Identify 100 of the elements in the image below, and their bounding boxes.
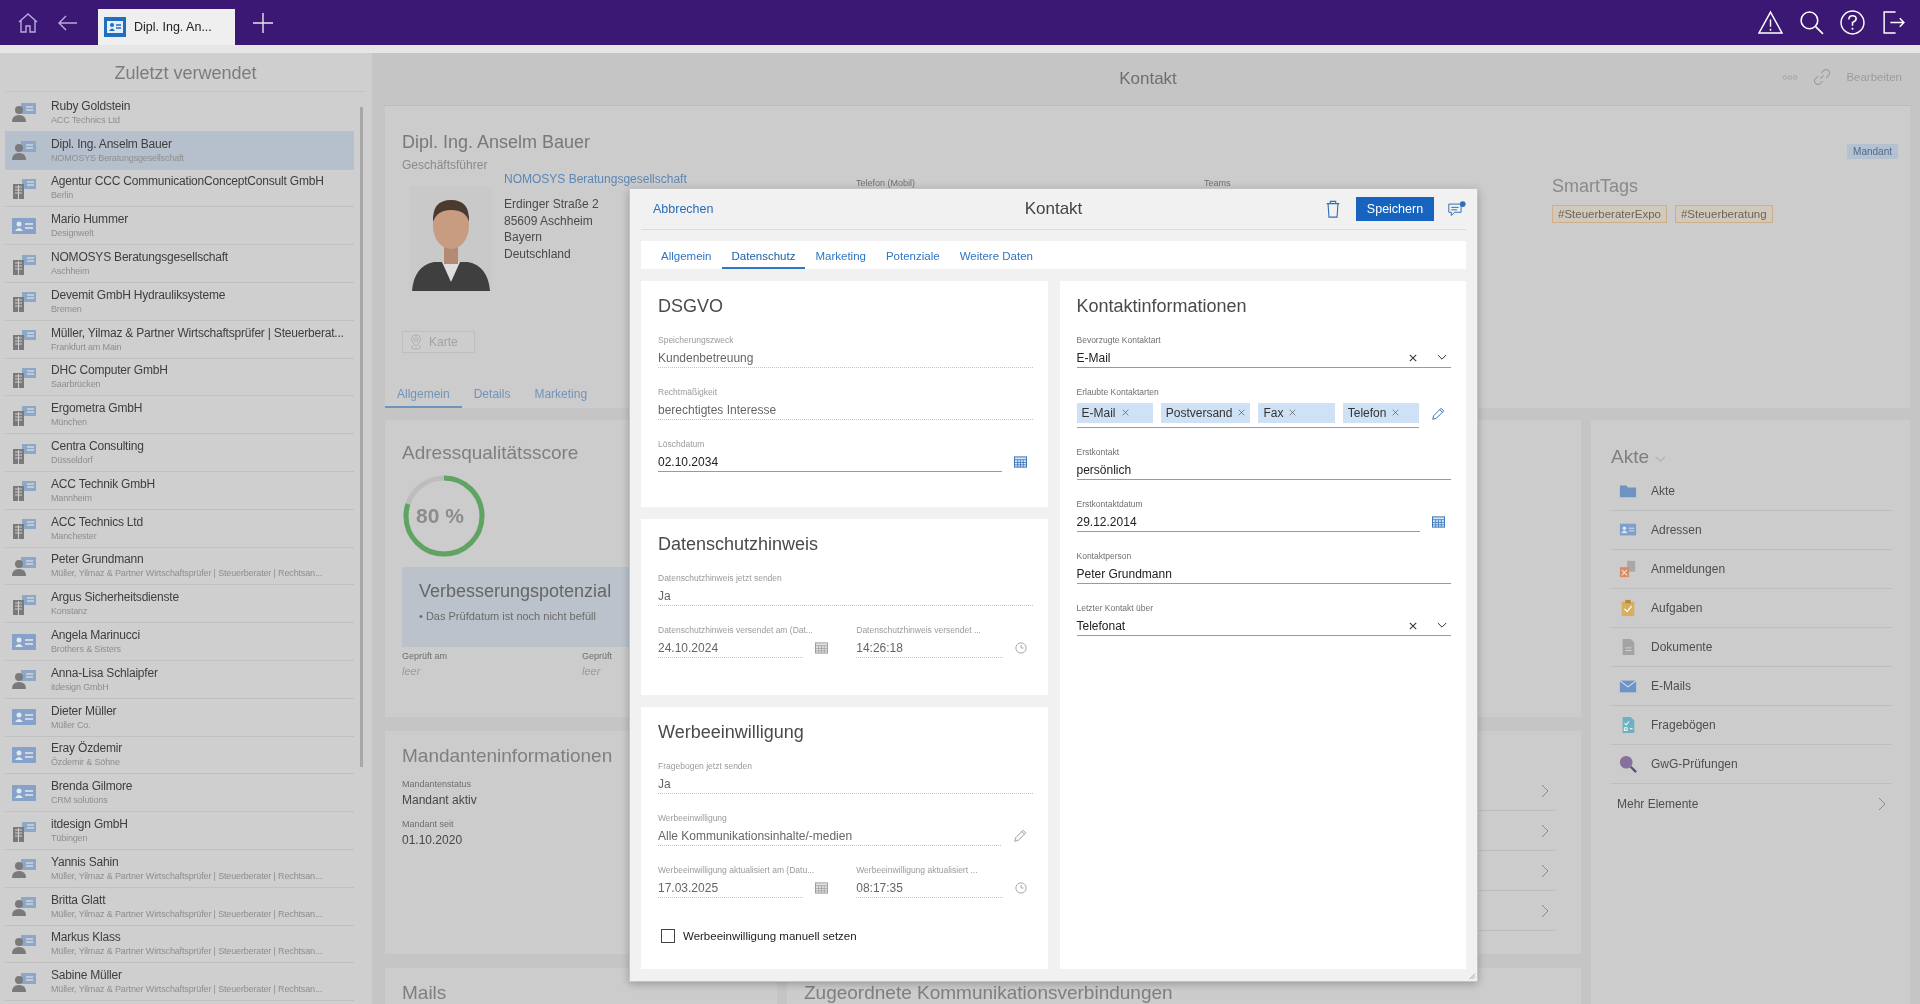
clock-icon[interactable]	[1014, 642, 1027, 654]
recent-item[interactable]: DHC Computer GmbH Saarbrücken	[5, 358, 354, 397]
item-name: Britta Glatt	[51, 892, 107, 908]
calendar-icon[interactable]	[1013, 456, 1027, 468]
pencil-icon[interactable]	[1431, 407, 1445, 421]
cancel-button[interactable]: Abbrechen	[641, 202, 714, 216]
recent-item[interactable]: Angela Marinucci Brothers & Sisters	[5, 623, 354, 661]
chevron-down-icon[interactable]	[1437, 354, 1447, 361]
tag-chip[interactable]: Fax	[1258, 402, 1335, 423]
recent-item[interactable]: ACC Technik GmbH Mannheim	[5, 471, 354, 510]
file-item[interactable]: Akte	[1611, 472, 1892, 511]
field-label: Speicherungszweck	[658, 335, 735, 345]
file-item[interactable]: GwG-Prüfungen	[1611, 745, 1892, 784]
remove-icon[interactable]	[1392, 409, 1400, 416]
recent-item[interactable]: Ergometra GmbH München	[5, 396, 354, 435]
item-subtitle: Designwelt	[51, 227, 95, 240]
tag-chip[interactable]: E-Mail	[1076, 402, 1153, 423]
recent-item[interactable]: Sabine Müller Müller, Yilmaz & Partner Wirtschaftsprüfer | Steuerberater | Rechtsan...	[5, 963, 354, 1002]
tab[interactable]: Weitere Daten	[949, 250, 1043, 269]
smart-tag[interactable]: #SteuerberaterExpo	[1552, 205, 1667, 223]
search-icon[interactable]	[1799, 10, 1824, 35]
item-name: Yannis Sahin	[51, 854, 120, 870]
recent-item[interactable]: Agentur CCC CommunicationConceptConsult GmbH Berlin	[5, 169, 354, 208]
warning-icon[interactable]	[1758, 10, 1783, 35]
recent-item[interactable]: Dipl. Ing. Anselm Bauer NOMOSYS Beratungsgesellschaft	[5, 131, 354, 170]
building-icon	[11, 479, 37, 502]
client-badge: Mandant	[1847, 144, 1898, 159]
building-icon	[11, 290, 37, 313]
pencil-icon[interactable]	[1012, 829, 1027, 843]
tab[interactable]: Allgemein	[651, 250, 722, 269]
recent-item[interactable]: Dieter Müller Müller Co.	[5, 698, 354, 737]
recent-item[interactable]: Devemit GmbH Hydrauliksysteme Bremen	[5, 283, 354, 321]
file-item[interactable]: Fragebögen	[1611, 706, 1892, 745]
select-field[interactable]: E-Mail	[1076, 348, 1451, 368]
recent-item[interactable]: ACC Technics Ltd Manchester	[5, 509, 354, 548]
remove-icon[interactable]	[1121, 409, 1129, 416]
comment-icon[interactable]	[1448, 200, 1466, 218]
recent-item[interactable]: Brenda Gilmore CRM solutions	[5, 774, 354, 813]
tab[interactable]: Marketing	[805, 250, 876, 269]
tags-field[interactable]: E-Mail Postversand Fax Telefon	[1076, 400, 1419, 428]
recent-item[interactable]: Yannis Sahin Müller, Yilmaz & Partner Wirtschaftsprüfer | Steuerberater | Rechtsan...	[5, 849, 354, 888]
add-tab-icon[interactable]	[251, 11, 275, 35]
link-icon[interactable]	[1814, 69, 1831, 85]
smart-tag[interactable]: #Steuerberatung	[1674, 205, 1773, 223]
trash-icon[interactable]	[1324, 200, 1342, 218]
contact-card-icon	[104, 17, 126, 37]
recent-item[interactable]: Anna-Lisa Schlaipfer itdesign GmbH	[5, 660, 354, 699]
section-title: SmartTags	[1552, 176, 1640, 197]
file-item[interactable]: Adressen	[1611, 511, 1892, 550]
chevron-right-icon[interactable]	[1541, 783, 1549, 798]
date-field[interactable]: 29.12.2014	[1076, 512, 1420, 532]
logout-icon[interactable]	[1881, 10, 1906, 35]
recent-item[interactable]: Britta Glatt Müller, Yilmaz & Partner Wirtschaftsprüfer | Steuerberater | Rechtsan...	[5, 887, 354, 926]
remove-icon[interactable]	[1238, 409, 1246, 416]
field-label: Löschdatum	[658, 439, 706, 449]
chevron-right-icon[interactable]	[1541, 863, 1549, 878]
recent-item[interactable]: NOMOSYS Beratungsgesellschaft Aschheim	[5, 245, 354, 283]
clock-icon[interactable]	[1014, 882, 1027, 894]
contact-name: Dipl. Ing. Anselm Bauer	[402, 132, 591, 153]
select-field[interactable]: Telefonat	[1076, 616, 1451, 636]
recent-item[interactable]: Markus Klass Müller, Yilmaz & Partner Wirtschaftsprüfer | Steuerberater | Rechtsan...	[5, 925, 354, 964]
field-label: Rechtmäßigkeit	[658, 387, 719, 397]
home-icon[interactable]	[16, 11, 40, 35]
file-item[interactable]: E-Mails	[1611, 667, 1892, 706]
recent-item[interactable]: Mario Hummer Designwelt	[5, 207, 354, 246]
resize-handle-icon[interactable]	[1467, 971, 1476, 980]
document-tab[interactable]: Dipl. Ing. An...	[98, 9, 235, 45]
item-subtitle: Saarbrücken	[51, 378, 102, 391]
task-icon	[1619, 599, 1637, 617]
person-card-icon	[11, 668, 37, 691]
tab[interactable]: Potenziale	[875, 250, 950, 269]
field-label: Erstkontakt	[1076, 447, 1121, 457]
calendar-icon[interactable]	[815, 882, 829, 894]
recent-item[interactable]: Peter Grundmann Müller, Yilmaz & Partner Wirtschaftsprüfer | Steuerberater | Rechtsan...	[5, 547, 354, 586]
save-button[interactable]: Speichern	[1356, 197, 1434, 221]
chevron-right-icon[interactable]	[1541, 903, 1549, 918]
file-item[interactable]: Anmeldungen	[1611, 550, 1892, 589]
chevron-right-icon[interactable]	[1541, 823, 1549, 838]
clear-icon[interactable]	[1409, 353, 1417, 362]
recent-item[interactable]: itdesign GmbH Tübingen	[5, 812, 354, 850]
recent-item[interactable]: Argus Sicherheitsdienste Konstanz	[5, 585, 354, 624]
chevron-down-icon[interactable]	[1437, 622, 1447, 629]
recent-item[interactable]: Centra Consulting Düsseldorf	[5, 434, 354, 472]
checkbox[interactable]	[661, 929, 675, 943]
tag-chip[interactable]: Postversand	[1160, 402, 1251, 423]
remove-icon[interactable]	[1289, 409, 1297, 416]
date-field[interactable]: 02.10.2034	[658, 452, 1002, 472]
text-field[interactable]: persönlich	[1076, 460, 1451, 480]
recent-item[interactable]: Müller, Yilmaz & Partner Wirtschaftsprüfer | Steuerberat... Frankfurt am Main	[5, 320, 354, 359]
text-field[interactable]: Peter Grundmann	[1076, 564, 1451, 584]
tab[interactable]: Datenschutz	[721, 250, 806, 269]
calendar-icon[interactable]	[1432, 516, 1445, 528]
tag-chip[interactable]: Telefon	[1342, 402, 1419, 423]
clear-icon[interactable]	[1409, 621, 1417, 630]
more-items-link[interactable]: Mehr Elemente	[1611, 784, 1892, 823]
calendar-icon[interactable]	[815, 642, 829, 654]
file-item[interactable]: Dokumente	[1611, 628, 1892, 667]
help-icon[interactable]	[1840, 10, 1865, 35]
file-item[interactable]: Aufgaben	[1611, 589, 1892, 628]
item-subtitle: Berlin	[51, 189, 75, 202]
